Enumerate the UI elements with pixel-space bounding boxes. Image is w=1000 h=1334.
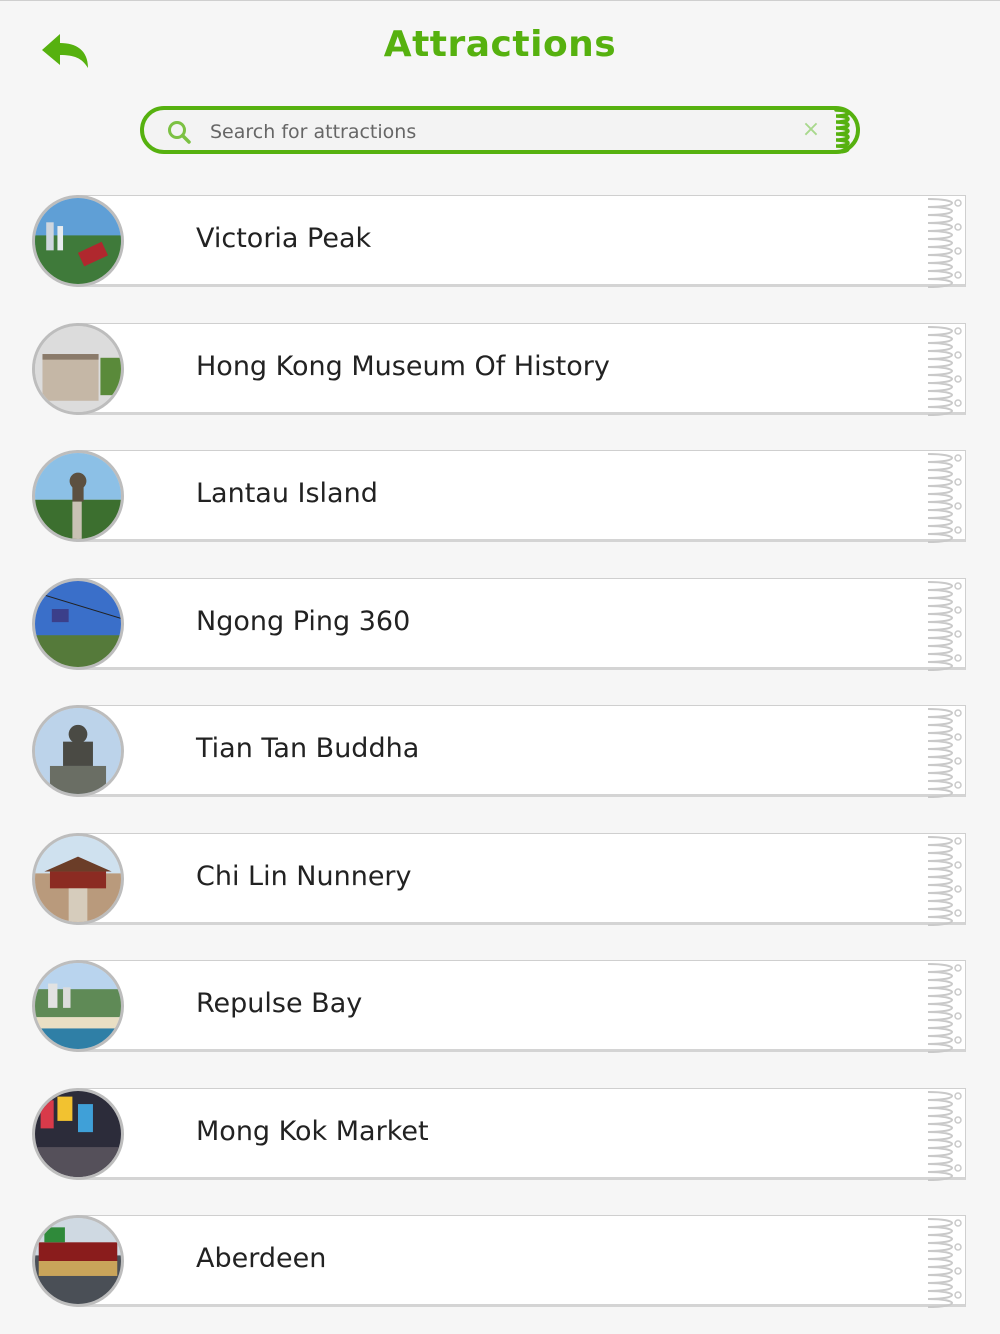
list-item[interactable]: Victoria Peak bbox=[32, 195, 974, 291]
card-ornament-icon bbox=[927, 1090, 962, 1181]
attraction-name: Chi Lin Nunnery bbox=[196, 860, 412, 892]
search-input[interactable] bbox=[208, 116, 772, 148]
attraction-thumbnail bbox=[32, 195, 124, 287]
lantau-island-photo-icon bbox=[35, 453, 121, 539]
repulse-bay-photo-icon bbox=[35, 963, 121, 1049]
attraction-thumbnail bbox=[32, 322, 124, 415]
museum-photo-icon bbox=[35, 325, 121, 412]
attraction-name: Hong Kong Museum Of History bbox=[196, 350, 610, 382]
attraction-thumbnail bbox=[32, 1087, 124, 1180]
list-item[interactable]: Lantau Island bbox=[32, 450, 974, 546]
attraction-name: Victoria Peak bbox=[196, 223, 372, 254]
attraction-name: Repulse Bay bbox=[196, 988, 363, 1019]
card-ornament-icon bbox=[927, 835, 962, 926]
list-item[interactable]: Aberdeen bbox=[32, 1215, 974, 1311]
attraction-thumbnail bbox=[32, 450, 124, 542]
attraction-thumbnail bbox=[32, 577, 124, 670]
attraction-thumbnail bbox=[32, 832, 124, 925]
card-ornament-icon bbox=[927, 963, 962, 1053]
attraction-name: Tian Tan Buddha bbox=[196, 733, 420, 764]
card-ornament-icon bbox=[927, 580, 962, 671]
mong-kok-photo-icon bbox=[35, 1090, 121, 1177]
list-item[interactable]: Tian Tan Buddha bbox=[32, 705, 974, 801]
aberdeen-photo-icon bbox=[35, 1218, 121, 1304]
attraction-name: Mong Kok Market bbox=[196, 1115, 429, 1147]
ngong-ping-photo-icon bbox=[35, 580, 121, 667]
list-item[interactable]: Hong Kong Museum Of History bbox=[32, 322, 974, 419]
card-ornament-icon bbox=[927, 1218, 962, 1308]
list-item[interactable]: Mong Kok Market bbox=[32, 1087, 974, 1184]
list-item[interactable]: Ngong Ping 360 bbox=[32, 577, 974, 674]
buddha-photo-icon bbox=[35, 708, 121, 794]
search-bar[interactable]: × bbox=[140, 106, 860, 154]
list-item[interactable]: Repulse Bay bbox=[32, 960, 974, 1056]
top-border bbox=[0, 0, 1000, 1]
attraction-name: Ngong Ping 360 bbox=[196, 605, 411, 637]
attraction-thumbnail bbox=[32, 705, 124, 797]
nunnery-photo-icon bbox=[35, 835, 121, 922]
search-icon bbox=[168, 121, 191, 144]
card-ornament-icon bbox=[927, 708, 962, 798]
card-ornament-icon bbox=[927, 198, 962, 288]
card-ornament-icon bbox=[927, 325, 962, 416]
victoria-peak-photo-icon bbox=[35, 198, 121, 284]
attraction-thumbnail bbox=[32, 1215, 124, 1307]
attraction-name: Aberdeen bbox=[196, 1243, 327, 1274]
page-title: Attractions bbox=[383, 24, 617, 65]
search-ornament-icon bbox=[834, 108, 850, 154]
list-item[interactable]: Chi Lin Nunnery bbox=[32, 832, 974, 929]
clear-search-icon[interactable]: × bbox=[800, 119, 822, 141]
attraction-name: Lantau Island bbox=[196, 478, 378, 509]
card-ornament-icon bbox=[927, 453, 962, 543]
attraction-thumbnail bbox=[32, 960, 124, 1052]
